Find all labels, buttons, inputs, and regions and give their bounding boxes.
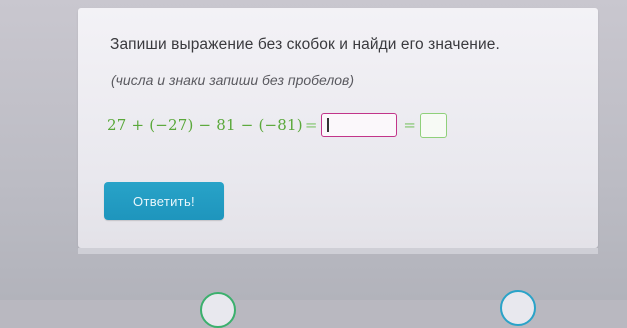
next-nav-circle-icon[interactable]	[500, 290, 536, 326]
prev-nav-circle-icon[interactable]	[200, 292, 236, 328]
equals-sign: =	[304, 116, 318, 134]
card-divider	[78, 248, 598, 254]
math-expression: 27 + (−27) − 81 − (−81)	[107, 116, 303, 134]
submit-button[interactable]: Ответить!	[104, 182, 224, 220]
expression-row: 27 + (−27) − 81 − (−81) = =	[107, 110, 447, 140]
task-hint: (числа и знаки запиши без пробелов)	[111, 72, 355, 88]
equals-sign-result: =	[403, 116, 416, 134]
expression-without-brackets-input[interactable]	[321, 113, 398, 137]
task-instruction: Запиши выражение без скобок и найди его …	[110, 36, 500, 53]
text-caret	[327, 118, 329, 132]
result-value-input[interactable]	[419, 112, 447, 138]
